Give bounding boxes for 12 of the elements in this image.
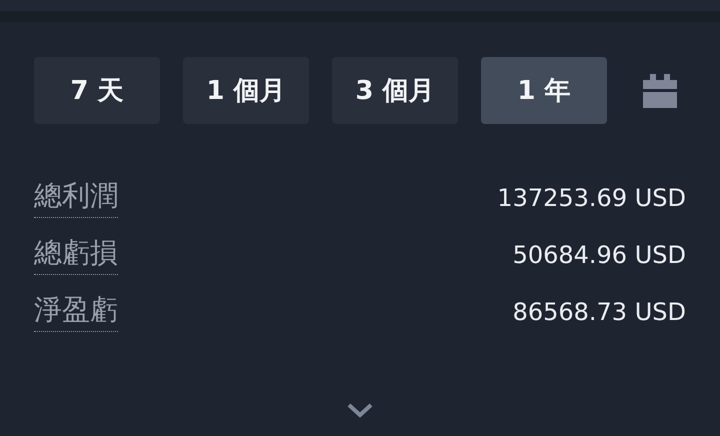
stat-value: 50684.96 USD [512, 240, 686, 271]
period-tab[interactable]: 3 個月 [332, 57, 458, 124]
stat-value: 137253.69 USD [497, 183, 686, 214]
period-tab[interactable]: 1 個月 [183, 57, 309, 124]
period-tab[interactable]: 1 年 [481, 57, 607, 124]
stat-label: 淨盈虧 [34, 292, 118, 332]
chevron-down-icon[interactable] [347, 402, 373, 418]
stat-value: 86568.73 USD [512, 297, 686, 328]
period-tab[interactable]: 7 天 [34, 57, 160, 124]
calendar-icon[interactable] [641, 74, 679, 108]
stat-label: 總利潤 [34, 178, 118, 218]
stat-label: 總虧損 [34, 235, 118, 275]
